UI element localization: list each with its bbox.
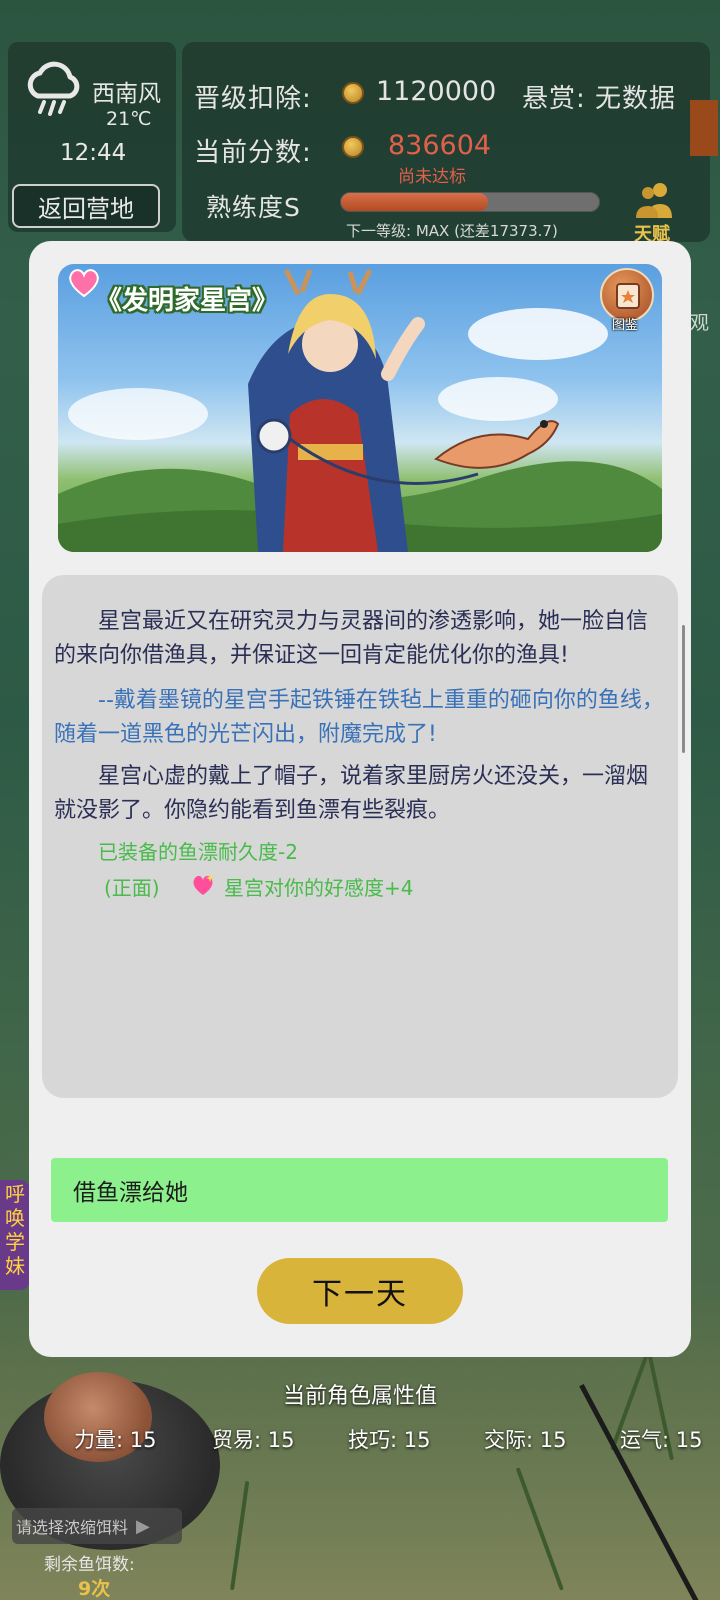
select-bait-label: 请选择浓缩饵料 [16, 1518, 129, 1537]
experience-fill [341, 193, 489, 211]
effect-durability: 已装备的鱼漂耐久度-2 [98, 840, 298, 864]
game-time: 12:44 [60, 140, 127, 166]
attribute-luck: 运气: 15 [620, 1428, 703, 1452]
next-day-button[interactable]: 下一天 [257, 1258, 463, 1324]
bounty-text: 悬赏: 无数据 [522, 84, 677, 114]
promote-deduct-value: 1120000 [376, 76, 497, 107]
not-reached-text: 尚未达标 [398, 167, 466, 187]
book-star-icon [616, 283, 640, 309]
talent-icon[interactable] [634, 180, 674, 220]
gallery-button[interactable]: 图鉴 [600, 268, 656, 333]
play-arrow-icon: ▶ [136, 1515, 150, 1537]
attribute-strength: 力量: 15 [74, 1428, 157, 1452]
select-bait-button[interactable]: 请选择浓缩饵料 ▶ [12, 1508, 182, 1544]
story-paragraph: 星宫心虚的戴上了帽子，说着家里厨房火还没关，一溜烟就没影了。你隐约能看到鱼漂有些… [54, 764, 649, 823]
attribute-trade: 贸易: 15 [212, 1428, 295, 1452]
remaining-bait-label: 剩余鱼饵数: [44, 1555, 135, 1575]
current-score-label: 当前分数: [194, 138, 312, 168]
rain-cloud-icon [27, 61, 80, 116]
promote-deduct-label: 晋级扣除: [194, 84, 312, 114]
attributes-title: 当前角色属性值 [282, 1384, 437, 1409]
event-title: 《发明家星宫》 [96, 286, 279, 316]
scrollbar[interactable] [682, 625, 685, 753]
current-score-value: 836604 [388, 130, 492, 161]
gallery-label: 图鉴 [612, 318, 639, 333]
experience-bar [340, 192, 600, 212]
effect-positive-tag: (正面) [104, 876, 160, 900]
call-junior-tab[interactable]: 呼唤学妹 [0, 1180, 30, 1290]
effect-affection: 星宫对你的好感度+4 [224, 876, 414, 900]
wind-direction: 西南风 [92, 81, 161, 107]
temperature: 21℃ [106, 108, 152, 130]
bounty-marker [690, 100, 718, 156]
attribute-social: 交际: 15 [484, 1428, 567, 1452]
lend-float-option-button[interactable]: 借鱼漂给她 [51, 1158, 668, 1222]
attributes-row: 力量: 15 贸易: 15 技巧: 15 交际: 15 运气: 15 [0, 1424, 720, 1458]
medal-icon [342, 136, 364, 158]
sparkling-heart-icon [193, 874, 214, 895]
next-level-text: 下一等级: MAX (还差17373.7) [346, 222, 558, 240]
proficiency-label: 熟练度S [206, 193, 301, 222]
medal-icon [342, 82, 364, 104]
story-paragraph: 星宫最近又在研究灵力与灵器间的渗透影响，她一脸自信的来向你借渔具，并保证这一回肯… [54, 609, 649, 668]
story-paragraph: --戴着墨镜的星宫手起铁锤在铁毡上重重的砸向你的鱼线，随着一道黑色的光芒闪出，附… [54, 688, 664, 747]
remaining-bait-value: 9次 [78, 1578, 111, 1600]
attribute-skill: 技巧: 15 [348, 1428, 431, 1452]
side-tab-right[interactable]: 观 [690, 308, 709, 335]
return-camp-button[interactable]: 返回营地 [12, 184, 160, 228]
